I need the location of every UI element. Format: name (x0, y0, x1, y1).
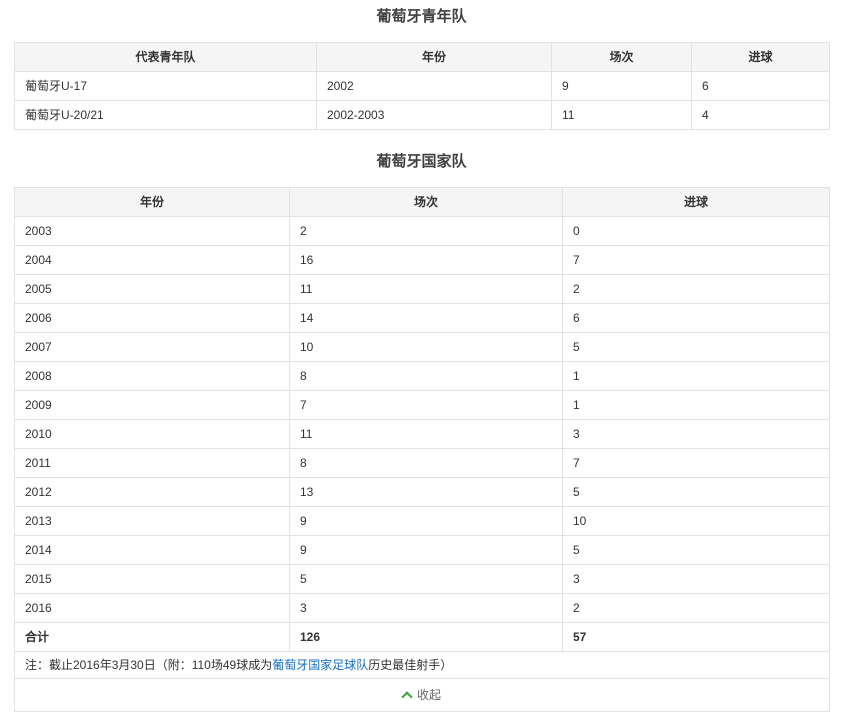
table-cell: 11 (552, 101, 692, 130)
table-cell: 2 (563, 275, 830, 304)
total-label-cell: 合计 (15, 623, 290, 652)
table-row: 2005112 (15, 275, 830, 304)
table-cell: 1 (563, 391, 830, 420)
table-cell: 4 (692, 101, 830, 130)
table-cell: 10 (563, 507, 830, 536)
header-cell-goals: 进球 (563, 188, 830, 217)
table-row: 200971 (15, 391, 830, 420)
table-cell: 11 (290, 420, 563, 449)
table-cell: 2005 (15, 275, 290, 304)
table-row: 200881 (15, 362, 830, 391)
national-table: 年份 场次 进球 2003202004167200511220061462007… (14, 187, 830, 712)
header-cell-apps: 场次 (290, 188, 563, 217)
table-row: 201187 (15, 449, 830, 478)
table-cell: 16 (290, 246, 563, 275)
table-cell: 8 (290, 362, 563, 391)
table-row: 200320 (15, 217, 830, 246)
table-row: 葡萄牙U-20/212002-2003114 (15, 101, 830, 130)
table-cell: 2014 (15, 536, 290, 565)
youth-table: 代表青年队 年份 场次 进球 葡萄牙U-17200296葡萄牙U-20/2120… (14, 42, 830, 130)
youth-table-header-row: 代表青年队 年份 场次 进球 (15, 43, 830, 72)
national-table-title: 葡萄牙国家队 (14, 153, 829, 171)
table-row: 2012135 (15, 478, 830, 507)
table-cell: 5 (563, 536, 830, 565)
collapse-label: 收起 (417, 688, 441, 702)
table-cell: 2 (563, 594, 830, 623)
table-cell: 13 (290, 478, 563, 507)
chevron-up-icon (401, 691, 412, 702)
table-cell: 5 (563, 478, 830, 507)
table-cell: 8 (290, 449, 563, 478)
table-cell: 2006 (15, 304, 290, 333)
total-goals-cell: 57 (563, 623, 830, 652)
table-row: 2013910 (15, 507, 830, 536)
collapse-row: 收起 (15, 679, 830, 712)
youth-table-title: 葡萄牙青年队 (14, 8, 829, 26)
table-cell: 3 (563, 420, 830, 449)
note-cell: 注：截止2016年3月30日（附：110场49球成为葡萄牙国家足球队历史最佳射手… (15, 652, 830, 679)
table-cell: 0 (563, 217, 830, 246)
total-row: 合计 126 57 (15, 623, 830, 652)
table-cell: 9 (290, 536, 563, 565)
table-cell: 3 (290, 594, 563, 623)
table-cell: 2007 (15, 333, 290, 362)
table-row: 201553 (15, 565, 830, 594)
table-cell: 2012 (15, 478, 290, 507)
table-cell: 9 (552, 72, 692, 101)
table-cell: 2016 (15, 594, 290, 623)
header-cell-team: 代表青年队 (15, 43, 317, 72)
table-cell: 2011 (15, 449, 290, 478)
collapse-cell: 收起 (15, 679, 830, 712)
national-team-link[interactable]: 葡萄牙国家足球队 (272, 658, 368, 672)
table-cell: 2015 (15, 565, 290, 594)
table-cell: 葡萄牙U-17 (15, 72, 317, 101)
table-cell: 6 (563, 304, 830, 333)
table-cell: 11 (290, 275, 563, 304)
page-content: 葡萄牙青年队 代表青年队 年份 场次 进球 葡萄牙U-17200296葡萄牙U-… (0, 0, 843, 712)
header-cell-goals: 进球 (692, 43, 830, 72)
table-cell: 3 (563, 565, 830, 594)
header-cell-year: 年份 (317, 43, 552, 72)
table-cell: 1 (563, 362, 830, 391)
note-row: 注：截止2016年3月30日（附：110场49球成为葡萄牙国家足球队历史最佳射手… (15, 652, 830, 679)
national-table-header-row: 年份 场次 进球 (15, 188, 830, 217)
table-cell: 14 (290, 304, 563, 333)
table-cell: 2002-2003 (317, 101, 552, 130)
table-cell: 2010 (15, 420, 290, 449)
table-cell: 2013 (15, 507, 290, 536)
table-cell: 6 (692, 72, 830, 101)
table-cell: 7 (290, 391, 563, 420)
table-cell: 7 (563, 246, 830, 275)
table-cell: 2 (290, 217, 563, 246)
header-cell-year: 年份 (15, 188, 290, 217)
table-cell: 葡萄牙U-20/21 (15, 101, 317, 130)
table-cell: 2003 (15, 217, 290, 246)
table-cell: 5 (290, 565, 563, 594)
table-row: 2007105 (15, 333, 830, 362)
table-cell: 5 (563, 333, 830, 362)
table-cell: 10 (290, 333, 563, 362)
header-cell-apps: 场次 (552, 43, 692, 72)
table-cell: 2004 (15, 246, 290, 275)
total-apps-cell: 126 (290, 623, 563, 652)
table-row: 葡萄牙U-17200296 (15, 72, 830, 101)
table-row: 2004167 (15, 246, 830, 275)
table-row: 2010113 (15, 420, 830, 449)
table-cell: 2009 (15, 391, 290, 420)
table-row: 201495 (15, 536, 830, 565)
collapse-button[interactable]: 收起 (403, 688, 441, 702)
table-cell: 9 (290, 507, 563, 536)
table-row: 201632 (15, 594, 830, 623)
note-suffix: 历史最佳射手） (368, 658, 452, 672)
table-row: 2006146 (15, 304, 830, 333)
table-cell: 2008 (15, 362, 290, 391)
table-cell: 2002 (317, 72, 552, 101)
table-cell: 7 (563, 449, 830, 478)
note-prefix: 注：截止2016年3月30日（附：110场49球成为 (25, 658, 272, 672)
